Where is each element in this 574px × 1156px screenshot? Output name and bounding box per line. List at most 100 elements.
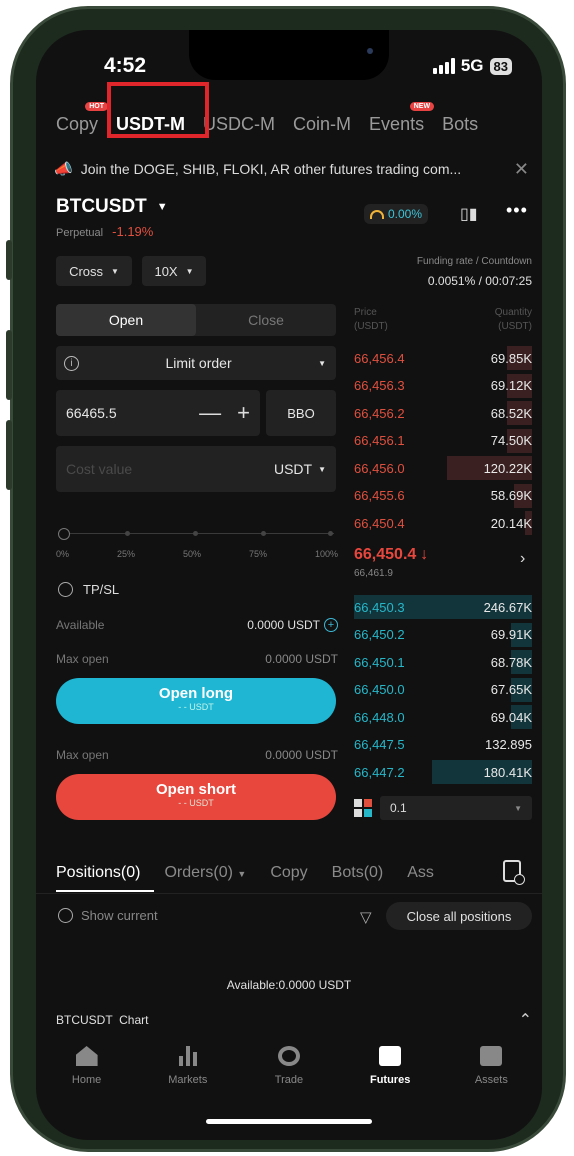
tab-copy-positions[interactable]: Copy xyxy=(270,864,307,882)
nav-futures[interactable]: Futures xyxy=(350,1046,430,1106)
caret-down-icon: ▼ xyxy=(514,803,522,813)
ask-row[interactable]: 66,456.3 69.12K xyxy=(354,373,532,398)
order-quantity: 74.50K xyxy=(490,433,532,448)
order-type-select[interactable]: i Limit order ▼ xyxy=(56,346,336,380)
candlestick-icon[interactable]: ▯▮ xyxy=(460,204,478,224)
caret-down-icon: ▼ xyxy=(318,358,326,368)
chevron-up-icon: ⌃ xyxy=(518,1012,532,1029)
order-quantity: 120.22K xyxy=(483,460,532,476)
trade-icon xyxy=(277,1046,300,1066)
tab-usdc-m[interactable]: USDC-M xyxy=(203,114,275,135)
max-open-long-row: Max open 0.0000 USDT xyxy=(56,652,338,666)
home-icon xyxy=(75,1046,98,1066)
tab-copy[interactable]: Copy HOT xyxy=(56,101,109,135)
ask-row[interactable]: 66,455.6 58.69K xyxy=(354,483,532,508)
bid-row[interactable]: 66,450.0 67.65K xyxy=(354,677,532,702)
nav-home[interactable]: Home xyxy=(47,1046,127,1106)
caret-down-icon: ▼ xyxy=(318,464,326,474)
close-icon[interactable]: ✕ xyxy=(514,159,529,180)
nav-assets[interactable]: Assets xyxy=(451,1046,531,1106)
tpsl-toggle[interactable]: TP/SL xyxy=(58,582,119,597)
slider-knob[interactable] xyxy=(58,528,70,540)
margin-mode-select[interactable]: Cross ▼ xyxy=(56,256,132,286)
announcement-text: Join the DOGE, SHIB, FLOKI, AR other fut… xyxy=(80,161,462,177)
bid-row[interactable]: 66,450.2 69.91K xyxy=(354,622,532,647)
futures-icon xyxy=(379,1046,402,1066)
tab-open[interactable]: Open xyxy=(56,304,196,336)
max-open-short-row: Max open 0.0000 USDT xyxy=(56,748,338,762)
announcement-banner[interactable]: 📣 Join the DOGE, SHIB, FLOKI, AR other f… xyxy=(54,158,529,180)
tab-coin-m[interactable]: Coin-M xyxy=(293,114,351,135)
order-price: 66,450.0 xyxy=(354,682,405,697)
chart-toggle[interactable]: BTCUSDT Chart ⌃ xyxy=(56,1010,532,1030)
bbo-button[interactable]: BBO xyxy=(266,390,336,436)
nav-trade[interactable]: Trade xyxy=(249,1046,329,1106)
close-all-positions-button[interactable]: Close all positions xyxy=(386,902,532,930)
order-history-icon[interactable] xyxy=(503,860,525,885)
order-price: 66,450.4 xyxy=(354,515,405,531)
pair-selector[interactable]: BTCUSDT ▼ xyxy=(56,196,168,218)
slider-labels: 0% 25% 50% 75% 100% xyxy=(56,549,338,559)
order-quantity: 58.69K xyxy=(490,488,532,503)
new-badge: NEW xyxy=(409,101,435,111)
order-quantity: 69.12K xyxy=(490,378,532,393)
notch xyxy=(189,30,389,80)
bid-row[interactable]: 66,450.3 246.67K xyxy=(354,595,532,619)
plus-icon[interactable]: + xyxy=(237,400,250,426)
tab-events[interactable]: Events NEW xyxy=(369,101,435,135)
price-input[interactable]: 66465.5 — + xyxy=(56,390,260,436)
home-indicator xyxy=(206,1119,372,1124)
tab-positions[interactable]: Positions(0) xyxy=(56,864,140,882)
ask-row[interactable]: 66,456.4 69.85K xyxy=(354,346,532,370)
plus-circle-icon[interactable]: + xyxy=(324,618,338,632)
minus-icon[interactable]: — xyxy=(199,400,221,426)
order-price: 66,450.3 xyxy=(354,599,405,615)
depth-select[interactable]: 0.1 ▼ xyxy=(380,796,532,820)
order-price: 66,456.4 xyxy=(354,350,405,366)
order-quantity: 68.78K xyxy=(490,654,532,670)
show-current-toggle[interactable]: Show current xyxy=(58,908,158,923)
bid-row[interactable]: 66,448.0 69.04K xyxy=(354,705,532,729)
order-quantity: 67.65K xyxy=(490,682,532,697)
available-row: Available 0.0000 USDT + xyxy=(56,618,338,632)
bottom-nav: Home Markets Trade Futures Assets xyxy=(36,1046,542,1106)
bid-row[interactable]: 66,447.2 180.41K xyxy=(354,760,532,784)
filter-icon[interactable]: ▽ xyxy=(360,908,372,926)
order-price: 66,456.3 xyxy=(354,378,405,393)
tab-bots[interactable]: Bots xyxy=(442,114,478,135)
tab-bots-positions[interactable]: Bots(0) xyxy=(332,864,384,882)
more-icon[interactable]: ••• xyxy=(506,200,528,221)
amount-slider[interactable] xyxy=(58,528,334,540)
price-change: -1.19% xyxy=(112,224,154,239)
ask-row[interactable]: 66,456.0 120.22K xyxy=(354,456,532,480)
tab-assets[interactable]: Ass xyxy=(407,864,434,882)
arrow-down-icon: ↓ xyxy=(420,546,429,563)
ask-row[interactable]: 66,450.4 20.14K xyxy=(354,511,532,535)
slider-tick xyxy=(328,531,333,536)
signal-icon xyxy=(432,58,455,74)
nav-markets[interactable]: Markets xyxy=(148,1046,228,1106)
bid-row[interactable]: 66,447.5 132.895 xyxy=(354,733,532,757)
pct-pill[interactable]: 0.00% xyxy=(364,204,429,224)
info-icon[interactable]: i xyxy=(64,355,79,371)
phone-side-button xyxy=(6,330,12,400)
open-long-button[interactable]: Open long - - USDT xyxy=(56,678,336,724)
phone-side-button xyxy=(6,240,12,280)
order-quantity: 68.52K xyxy=(490,405,532,421)
contract-type: Perpetual xyxy=(56,227,104,239)
cost-unit-select[interactable]: USDT ▼ xyxy=(274,461,326,477)
tab-orders[interactable]: Orders(0) ▼ xyxy=(164,864,246,882)
cost-input[interactable]: Cost value USDT ▼ xyxy=(56,446,336,492)
ask-row[interactable]: 66,456.2 68.52K xyxy=(354,401,532,425)
last-price: 66,450.4 ↓ xyxy=(354,546,429,563)
tab-close[interactable]: Close xyxy=(196,304,336,336)
open-short-button[interactable]: Open short - - USDT xyxy=(56,774,336,820)
chevron-right-icon[interactable]: › xyxy=(520,550,525,568)
leverage-select[interactable]: 10X ▼ xyxy=(142,256,206,286)
battery-icon: 83 xyxy=(489,57,512,75)
ask-row[interactable]: 66,456.1 74.50K xyxy=(354,428,532,453)
pair-symbol: BTCUSDT xyxy=(56,196,147,217)
bid-row[interactable]: 66,450.1 68.78K xyxy=(354,650,532,674)
layout-icon[interactable] xyxy=(354,799,372,817)
status-bar-right: 5G 83 xyxy=(432,56,512,76)
